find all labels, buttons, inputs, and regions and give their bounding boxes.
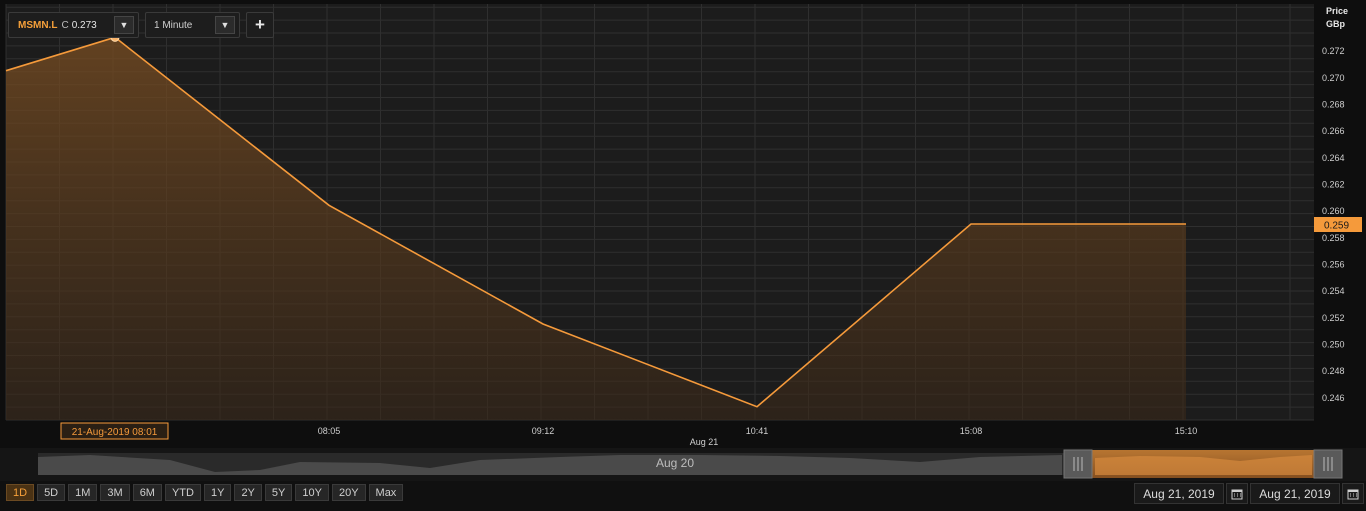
- close-value: 0.273: [71, 19, 97, 31]
- range-button-1d[interactable]: 1D: [6, 484, 35, 501]
- x-tick-label: 15:10: [1175, 426, 1198, 436]
- date-from-field[interactable]: Aug 21, 2019: [1134, 483, 1224, 504]
- y-tick-label: 0.268: [1322, 100, 1345, 110]
- calendar-icon[interactable]: [1226, 483, 1248, 504]
- calendar-icon[interactable]: [1342, 483, 1364, 504]
- x-tick-label: 15:08: [960, 426, 983, 436]
- range-button-max[interactable]: Max: [368, 484, 404, 501]
- close-label: C: [61, 19, 69, 31]
- current-price-label: 0.259: [1324, 221, 1349, 232]
- y-tick-label: 0.246: [1322, 393, 1345, 403]
- range-button-20y[interactable]: 20Y: [331, 484, 366, 501]
- price-axis-header: Price GBp: [1326, 5, 1348, 31]
- range-button-5d[interactable]: 5D: [37, 484, 66, 501]
- y-tick-label: 0.264: [1322, 153, 1345, 163]
- navigator[interactable]: Aug 20: [0, 448, 1366, 481]
- y-tick-label: 0.248: [1322, 366, 1345, 376]
- range-button-ytd[interactable]: YTD: [164, 484, 201, 501]
- y-tick-label: 0.260: [1322, 206, 1345, 216]
- range-button-6m[interactable]: 6M: [132, 484, 162, 501]
- y-tick-label: 0.250: [1322, 340, 1345, 350]
- x-tick-label: 10:41: [746, 426, 769, 436]
- date-label: Aug 21: [690, 437, 719, 447]
- y-tick-label: 0.272: [1322, 46, 1345, 56]
- x-tick-label: 08:05: [318, 426, 341, 436]
- y-tick-label: 0.256: [1322, 260, 1345, 270]
- y-tick-label: 0.266: [1322, 126, 1345, 136]
- chevron-down-icon[interactable]: ▼: [215, 16, 235, 34]
- range-button-10y[interactable]: 10Y: [295, 484, 329, 501]
- chart-toolbar: MSMN.L C 0.273 ▼ 1 Minute ▼ +: [8, 12, 274, 38]
- range-buttons: 1D 5D 1M 3M 6M YTD 1Y 2Y 5Y 10Y 20Y Max: [6, 484, 404, 501]
- range-button-3m[interactable]: 3M: [100, 484, 130, 501]
- y-tick-label: 0.252: [1322, 313, 1345, 323]
- crosshair-date-label: 21-Aug-2019 08:01: [72, 427, 158, 438]
- y-tick-label: 0.270: [1322, 73, 1345, 83]
- ticker-label: MSMN.L: [18, 19, 58, 31]
- price-axis-title: Price: [1325, 6, 1348, 16]
- y-tick-label: 0.254: [1322, 286, 1345, 296]
- date-to-field[interactable]: Aug 21, 2019: [1250, 483, 1340, 504]
- range-button-1m[interactable]: 1M: [68, 484, 98, 501]
- symbol-selector[interactable]: MSMN.L C 0.273 ▼: [8, 12, 139, 38]
- date-range: Aug 21, 2019 Aug 21, 2019: [1134, 483, 1364, 504]
- price-chart[interactable]: 0.246 0.248 0.250 0.252 0.254 0.256 0.258 0.260…: [0, 0, 1366, 511]
- navigator-label: Aug 20: [656, 456, 694, 470]
- range-button-2y[interactable]: 2Y: [234, 484, 262, 501]
- crosshair-date-tag: 21-Aug-2019 08:01: [60, 422, 169, 440]
- interval-selector[interactable]: 1 Minute ▼: [145, 12, 240, 38]
- x-tick-label: 09:12: [532, 426, 555, 436]
- plus-icon: +: [255, 15, 265, 34]
- chevron-down-icon[interactable]: ▼: [114, 16, 134, 34]
- interval-label: 1 Minute: [154, 19, 193, 31]
- y-tick-label: 0.258: [1322, 233, 1345, 243]
- add-series-button[interactable]: +: [246, 12, 274, 38]
- range-button-5y[interactable]: 5Y: [264, 484, 293, 501]
- current-price-tag: 0.259: [1314, 217, 1362, 232]
- price-axis-unit: GBp: [1325, 19, 1345, 29]
- range-button-1y[interactable]: 1Y: [203, 484, 232, 501]
- y-tick-label: 0.262: [1322, 180, 1345, 190]
